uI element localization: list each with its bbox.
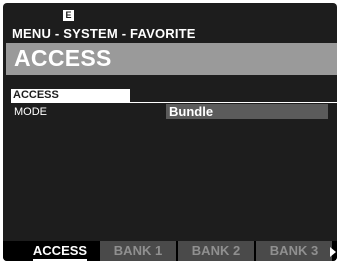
next-page-arrow-icon[interactable] xyxy=(330,247,336,257)
section-divider xyxy=(11,102,337,103)
tab-bar: ACCESS BANK 1 BANK 2 BANK 3 xyxy=(3,241,337,261)
mode-param-label: MODE xyxy=(14,106,47,118)
page-title: ACCESS xyxy=(14,45,112,71)
breadcrumb: MENU - SYSTEM - FAVORITE xyxy=(12,26,196,41)
tab-bank-2[interactable]: BANK 2 xyxy=(178,241,254,261)
mode-badge-icon: E xyxy=(63,10,74,21)
mode-param-value-text: Bundle xyxy=(169,104,214,119)
title-bar: ACCESS xyxy=(6,43,337,75)
tab-bank-1[interactable]: BANK 1 xyxy=(100,241,176,261)
tab-access[interactable]: ACCESS xyxy=(22,241,98,261)
tab-bank-3[interactable]: BANK 3 xyxy=(256,241,332,261)
tab-bank-3-label: BANK 3 xyxy=(269,243,319,258)
tab-bank-2-label: BANK 2 xyxy=(191,243,241,258)
mode-param-value[interactable]: Bundle xyxy=(166,104,328,119)
tab-bank-1-label: BANK 1 xyxy=(113,243,163,258)
section-heading: ACCESS xyxy=(11,89,130,102)
display-screen: E MENU - SYSTEM - FAVORITE ACCESS ACCESS… xyxy=(3,3,337,261)
tab-access-label: ACCESS xyxy=(32,243,88,261)
